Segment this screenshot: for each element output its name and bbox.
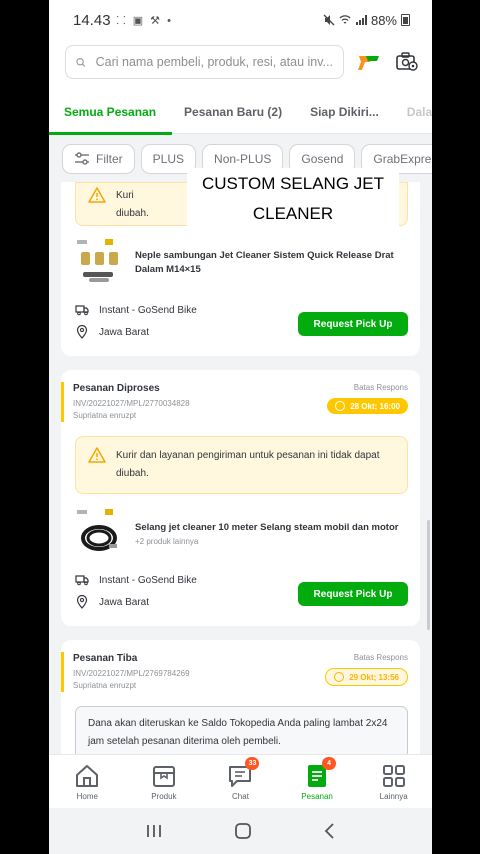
phone-screen: 14.43 ⸬ ▣ ⚒ • 88% Cari nama pembeli, pro… <box>49 0 432 854</box>
nav-lainnya[interactable]: Lainnya <box>364 763 424 801</box>
product-thumbnail <box>75 508 125 558</box>
location-pin-icon <box>75 325 89 339</box>
deadline-badge: 28 Okt; 16:00 <box>327 398 408 414</box>
location-line: Jawa Barat <box>75 322 197 342</box>
order-tabs: Semua Pesanan Pesanan Baru (2) Siap Diki… <box>49 84 432 135</box>
status-time: 14.43 <box>73 11 111 29</box>
truck-icon <box>75 573 89 587</box>
order-card[interactable]: Pesanan Diproses INV/20221027/MPL/277003… <box>61 370 420 626</box>
nav-produk[interactable]: Produk <box>134 763 194 801</box>
search-placeholder: Cari nama pembeli, produk, resi, atau in… <box>95 55 333 69</box>
nav-chat[interactable]: 33 Chat <box>210 756 270 801</box>
invoice-number[interactable]: INV/20221027/MPL/2769784269 <box>73 668 190 680</box>
deadline-time: 28 Okt; 16:00 <box>350 401 400 411</box>
filter-label: Filter <box>96 152 123 166</box>
filter-button[interactable]: Filter <box>62 144 135 174</box>
tab-dalam-pengiriman[interactable]: Dala <box>407 90 432 134</box>
filter-icon <box>75 152 89 165</box>
back-icon[interactable] <box>323 822 337 840</box>
request-pickup-button[interactable]: Request Pick Up <box>298 582 408 606</box>
grid-icon <box>381 763 407 789</box>
deadline-time: 29 Okt; 13:56 <box>349 672 399 682</box>
warning-text-partial: Kuri <box>116 190 134 201</box>
invoice-number[interactable]: INV/20221027/MPL/2770034828 <box>73 398 190 410</box>
order-badge: 4 <box>322 756 337 770</box>
status-bar: 14.43 ⸬ ▣ ⚒ • 88% <box>49 0 432 40</box>
tab-pesanan-baru[interactable]: Pesanan Baru (2) <box>184 90 282 134</box>
warning-text: Kurir dan layanan pengiriman untuk pesan… <box>116 450 380 479</box>
scrollbar[interactable] <box>427 520 430 630</box>
nav-lainnya-label: Lainnya <box>379 791 408 801</box>
clock-icon <box>334 672 345 682</box>
nav-pesanan-label: Pesanan <box>301 791 333 801</box>
recent-apps-icon[interactable] <box>145 823 163 839</box>
deadline-badge: 29 Okt; 13:56 <box>325 668 408 686</box>
shipping-row: Instant - GoSend Bike Jawa Barat Request… <box>75 300 408 342</box>
courier-line: Instant - GoSend Bike <box>75 570 197 590</box>
nav-home[interactable]: Home <box>57 763 117 801</box>
bottom-navigation: Home Produk 33 Chat 4 Pesanan Lainnya <box>49 754 432 808</box>
nav-pesanan[interactable]: 4 Pesanan <box>287 756 347 801</box>
courier-line: Instant - GoSend Bike <box>75 300 197 320</box>
product-name: Neple sambungan Jet Cleaner Sistem Quick… <box>135 250 394 275</box>
warning-icon <box>88 187 106 203</box>
request-pickup-button[interactable]: Request Pick Up <box>298 312 408 336</box>
search-input[interactable]: Cari nama pembeli, produk, resi, atau in… <box>65 45 344 79</box>
product-thumbnail <box>75 238 125 288</box>
order-status-block: Pesanan Tiba INV/20221027/MPL/2769784269… <box>61 652 190 692</box>
caption-overlay: CUSTOM SELANG JET CLEANER <box>187 168 399 230</box>
nav-home-label: Home <box>76 791 98 801</box>
location-pin-icon <box>75 595 89 609</box>
buyer-name: Supriatna enruzpt <box>73 681 137 690</box>
topads-icon[interactable] <box>356 49 382 75</box>
notification-icons: ⸬ ▣ ⚒ • <box>116 14 173 27</box>
top-bar: Cari nama pembeli, produk, resi, atau in… <box>49 40 432 84</box>
order-status: Pesanan Diproses <box>73 383 160 394</box>
product-box-icon <box>151 763 177 789</box>
response-deadline-label: Batas Respons <box>353 653 408 662</box>
order-list[interactable]: Kuri dapat diubah. Neple sambungan Jet C… <box>49 182 432 762</box>
home-button-icon[interactable] <box>234 822 252 840</box>
caption-line-2: CLEANER <box>252 204 334 223</box>
product-row[interactable]: Selang jet cleaner 10 meter Selang steam… <box>75 508 408 558</box>
warning-icon <box>88 447 106 463</box>
order-list-icon: 4 <box>304 756 337 789</box>
chat-badge: 33 <box>245 756 260 770</box>
fund-info-box: Dana akan diteruskan ke Saldo Tokopedia … <box>75 706 408 760</box>
wifi-icon <box>339 15 351 24</box>
order-card[interactable]: Pesanan Tiba INV/20221027/MPL/2769784269… <box>61 640 420 762</box>
caption-line-1: CUSTOM SELANG JET <box>202 174 384 193</box>
courier-name: Instant - GoSend Bike <box>99 574 197 586</box>
location-name: Jawa Barat <box>99 326 150 338</box>
product-name: Selang jet cleaner 10 meter Selang steam… <box>135 521 399 533</box>
shipping-row: Instant - GoSend Bike Jawa Barat Request… <box>75 570 408 612</box>
more-products: +2 produk lainnya <box>135 536 199 546</box>
courier-warning: Kurir dan layanan pengiriman untuk pesan… <box>75 436 408 494</box>
order-status: Pesanan Tiba <box>73 653 138 664</box>
buyer-name: Supriatna enruzpt <box>73 411 137 420</box>
product-row[interactable]: Neple sambungan Jet Cleaner Sistem Quick… <box>75 238 408 288</box>
battery-icon <box>401 14 410 26</box>
search-icon <box>76 57 86 67</box>
camera-settings-icon[interactable] <box>394 49 420 75</box>
mute-icon <box>323 14 335 26</box>
tab-semua-pesanan[interactable]: Semua Pesanan <box>49 90 173 135</box>
signal-icon <box>355 15 367 25</box>
response-deadline-label: Batas Respons <box>353 383 408 392</box>
home-icon <box>74 763 100 789</box>
nav-produk-label: Produk <box>151 791 177 801</box>
system-navigation-bar <box>49 808 432 854</box>
location-line: Jawa Barat <box>75 592 197 612</box>
tab-siap-dikirim[interactable]: Siap Dikiri... <box>310 90 379 134</box>
courier-name: Instant - GoSend Bike <box>99 304 197 316</box>
truck-icon <box>75 303 89 317</box>
clock-icon <box>335 401 346 411</box>
order-status-block: Pesanan Diproses INV/20221027/MPL/277003… <box>61 382 190 422</box>
nav-chat-label: Chat <box>232 791 249 801</box>
chat-icon: 33 <box>227 756 260 789</box>
battery-percent: 88% <box>370 12 397 28</box>
location-name: Jawa Barat <box>99 596 150 608</box>
